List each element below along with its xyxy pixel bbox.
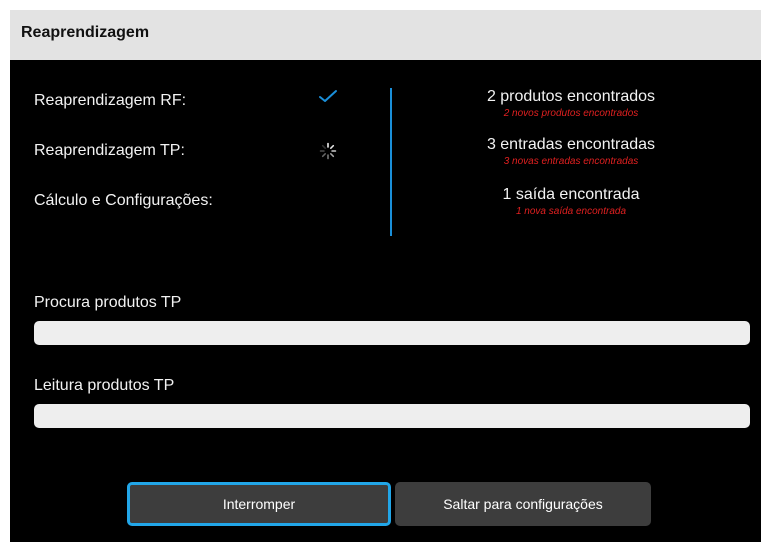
result-inputs-sub: 3 novas entradas encontradas	[503, 156, 639, 167]
reaprendizagem-dialog: Reaprendizagem Reaprendizagem RF: Reapre…	[10, 10, 761, 542]
result-outputs-sub: 1 nova saída encontrada	[515, 206, 627, 217]
skip-to-settings-button[interactable]: Saltar para configurações	[395, 482, 651, 526]
interrupt-button[interactable]: Interromper	[127, 482, 391, 526]
step-label-tp: Reaprendizagem TP:	[34, 142, 185, 159]
spinner-icon	[319, 142, 337, 160]
result-products: 2 produtos encontrados 2 novos produtos …	[430, 88, 712, 120]
dialog-title: Reaprendizagem	[21, 24, 150, 41]
progress-bar-read	[34, 404, 750, 428]
step-label-calc: Cálculo e Configurações:	[34, 192, 213, 209]
result-inputs-main: 3 entradas encontradas	[486, 136, 656, 153]
progress-bar-search	[34, 321, 750, 345]
checkmark-icon	[319, 90, 337, 102]
result-products-main: 2 produtos encontrados	[486, 88, 656, 105]
result-products-sub: 2 novos produtos encontrados	[503, 108, 639, 119]
progress-label-search: Procura produtos TP	[34, 294, 182, 311]
result-inputs: 3 entradas encontradas 3 novas entradas …	[430, 136, 712, 168]
result-outputs: 1 saída encontrada 1 nova saída encontra…	[430, 186, 712, 218]
progress-label-read: Leitura produtos TP	[34, 377, 175, 394]
vertical-divider	[390, 88, 392, 236]
result-outputs-main: 1 saída encontrada	[502, 186, 640, 203]
dialog-title-bar: Reaprendizagem	[10, 10, 761, 60]
step-label-rf: Reaprendizagem RF:	[34, 92, 187, 109]
